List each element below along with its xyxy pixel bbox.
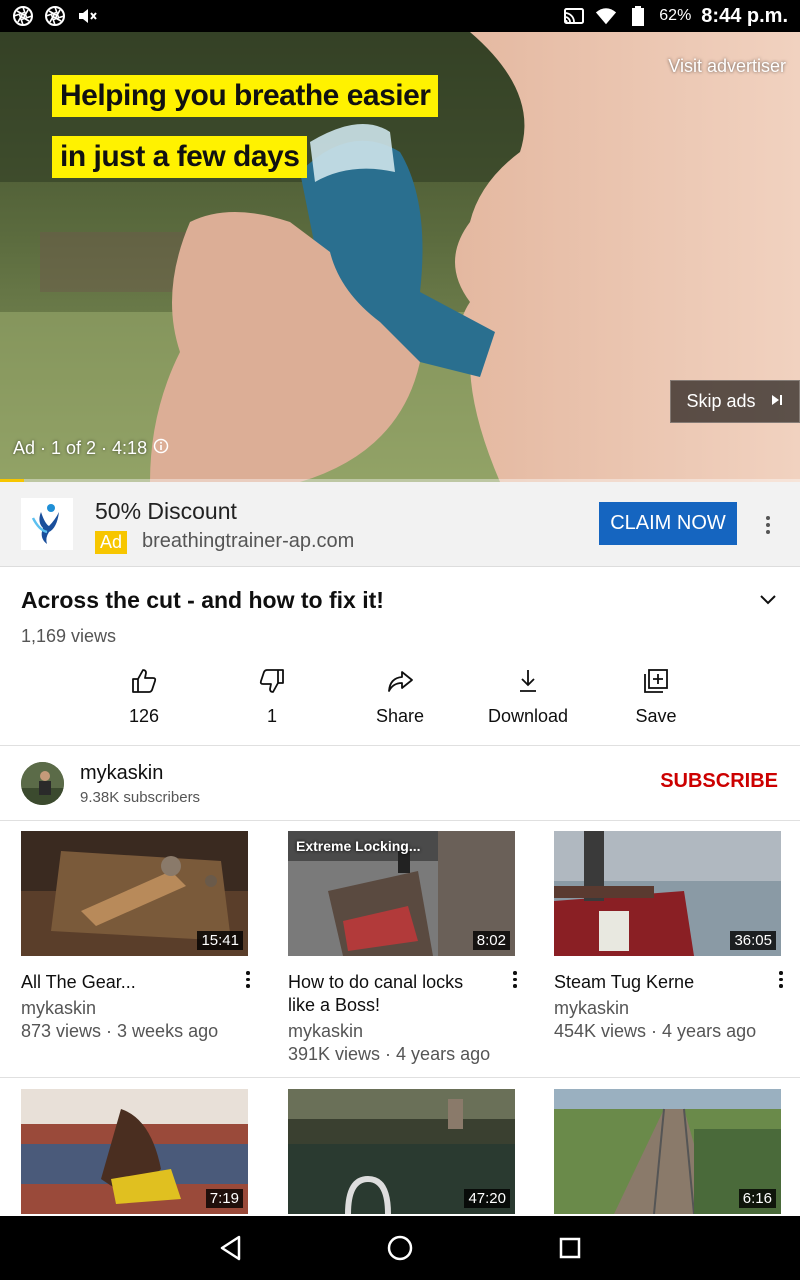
ad-url: breathingtrainer-ap.com [142, 530, 355, 552]
video-thumbnail[interactable]: 7:19 [21, 1089, 248, 1214]
dislike-button[interactable]: 1 [208, 666, 336, 730]
channel-name[interactable]: mykaskin [80, 762, 163, 785]
status-bar-right: 62% 8:44 p.m. [563, 5, 788, 28]
download-icon [513, 666, 543, 696]
skip-ads-label: Skip ads [686, 391, 756, 411]
aperture-icon [12, 5, 34, 27]
chevron-down-icon[interactable] [754, 586, 782, 614]
dislike-count: 1 [266, 706, 277, 726]
video-card-channel: mykaskin [288, 1021, 364, 1041]
ad-info-text: Ad · 1 of 2 · 4:18 [13, 438, 148, 458]
channel-avatar[interactable] [21, 762, 64, 805]
recents-icon[interactable] [556, 1234, 584, 1262]
skip-ads-button[interactable]: Skip ads [670, 380, 800, 423]
android-nav-bar [0, 1216, 800, 1280]
video-duration: 15:41 [197, 931, 243, 950]
share-button[interactable]: Share [336, 666, 464, 730]
video-card-title[interactable]: Steam Tug Kerne [554, 971, 754, 994]
divider [0, 1077, 800, 1078]
divider [0, 745, 800, 746]
video-duration: 6:16 [738, 1189, 776, 1208]
like-count: 126 [128, 706, 160, 726]
video-duration: 7:19 [205, 1189, 243, 1208]
save-button[interactable]: Save [592, 666, 720, 730]
battery-percent: 62% [659, 7, 692, 24]
ad-badge: Ad [95, 531, 128, 554]
video-duration: 36:05 [730, 931, 776, 950]
claim-now-button[interactable]: CLAIM NOW [599, 502, 737, 545]
subscriber-count: 9.38K subscribers [80, 789, 201, 806]
subscribe-button[interactable]: SUBSCRIBE [660, 770, 778, 793]
save-playlist-icon [641, 666, 671, 696]
skip-next-icon [770, 391, 784, 412]
video-player[interactable]: Helping you breathe easier in just a few… [0, 32, 800, 482]
advertiser-logo [21, 498, 73, 550]
download-button[interactable]: Download [464, 666, 592, 730]
video-title: Across the cut - and how to fix it! [21, 587, 384, 613]
ad-more-options-icon[interactable] [758, 510, 778, 540]
cast-icon [563, 5, 585, 27]
video-card-meta: 454K views · 4 years ago [554, 1021, 757, 1041]
video-card-channel: mykaskin [554, 998, 630, 1018]
thumbs-up-icon [129, 666, 159, 696]
share-label: Share [375, 706, 425, 726]
ad-caption-line-2: in just a few days [52, 136, 308, 178]
ad-info: Ad · 1 of 2 · 4:18 [13, 438, 169, 459]
visit-advertiser-link[interactable]: Visit advertiser [668, 56, 786, 77]
ad-companion-banner[interactable]: 50% Discount Ad breathingtrainer-ap.com … [0, 482, 800, 567]
ad-caption-line-1: Helping you breathe easier [52, 75, 439, 117]
mute-icon [76, 5, 98, 27]
video-card-title[interactable]: How to do canal locks like a Boss! [288, 971, 488, 1017]
more-options-icon[interactable] [243, 971, 253, 991]
back-icon[interactable] [217, 1234, 245, 1262]
share-icon [385, 666, 415, 696]
video-actions: 126 1 Share Download Save [80, 666, 720, 730]
aperture-icon [44, 5, 66, 27]
video-card-channel: mykaskin [21, 998, 97, 1018]
status-bar-left [12, 5, 98, 27]
video-thumbnail[interactable]: Extreme Locking... 8:02 [288, 831, 515, 956]
ad-title: 50% Discount [95, 498, 237, 524]
status-bar: 62% 8:44 p.m. [0, 0, 800, 32]
video-card-meta: 391K views · 4 years ago [288, 1044, 491, 1064]
more-options-icon[interactable] [510, 971, 520, 991]
video-card-meta: 873 views · 3 weeks ago [21, 1021, 219, 1041]
like-button[interactable]: 126 [80, 666, 208, 730]
video-thumbnail[interactable]: 36:05 [554, 831, 781, 956]
more-options-icon[interactable] [776, 971, 786, 991]
battery-icon [627, 5, 649, 27]
video-card-title[interactable]: All The Gear... [21, 971, 221, 994]
video-duration: 47:20 [464, 1189, 510, 1208]
video-thumbnail[interactable]: 6:16 [554, 1089, 781, 1214]
view-count: 1,169 views [21, 626, 117, 646]
divider [0, 820, 800, 821]
thumbs-down-icon [257, 666, 287, 696]
home-icon[interactable] [386, 1234, 414, 1262]
info-icon[interactable] [153, 438, 169, 459]
video-thumbnail[interactable]: 15:41 [21, 831, 248, 956]
video-duration: 8:02 [472, 931, 510, 950]
download-label: Download [487, 706, 569, 726]
wifi-icon [595, 5, 617, 27]
save-label: Save [635, 706, 677, 726]
video-thumbnail[interactable]: 47:20 [288, 1089, 515, 1214]
thumbnail-overlay-text: Extreme Locking... [296, 838, 421, 854]
clock: 8:44 p.m. [701, 4, 788, 27]
